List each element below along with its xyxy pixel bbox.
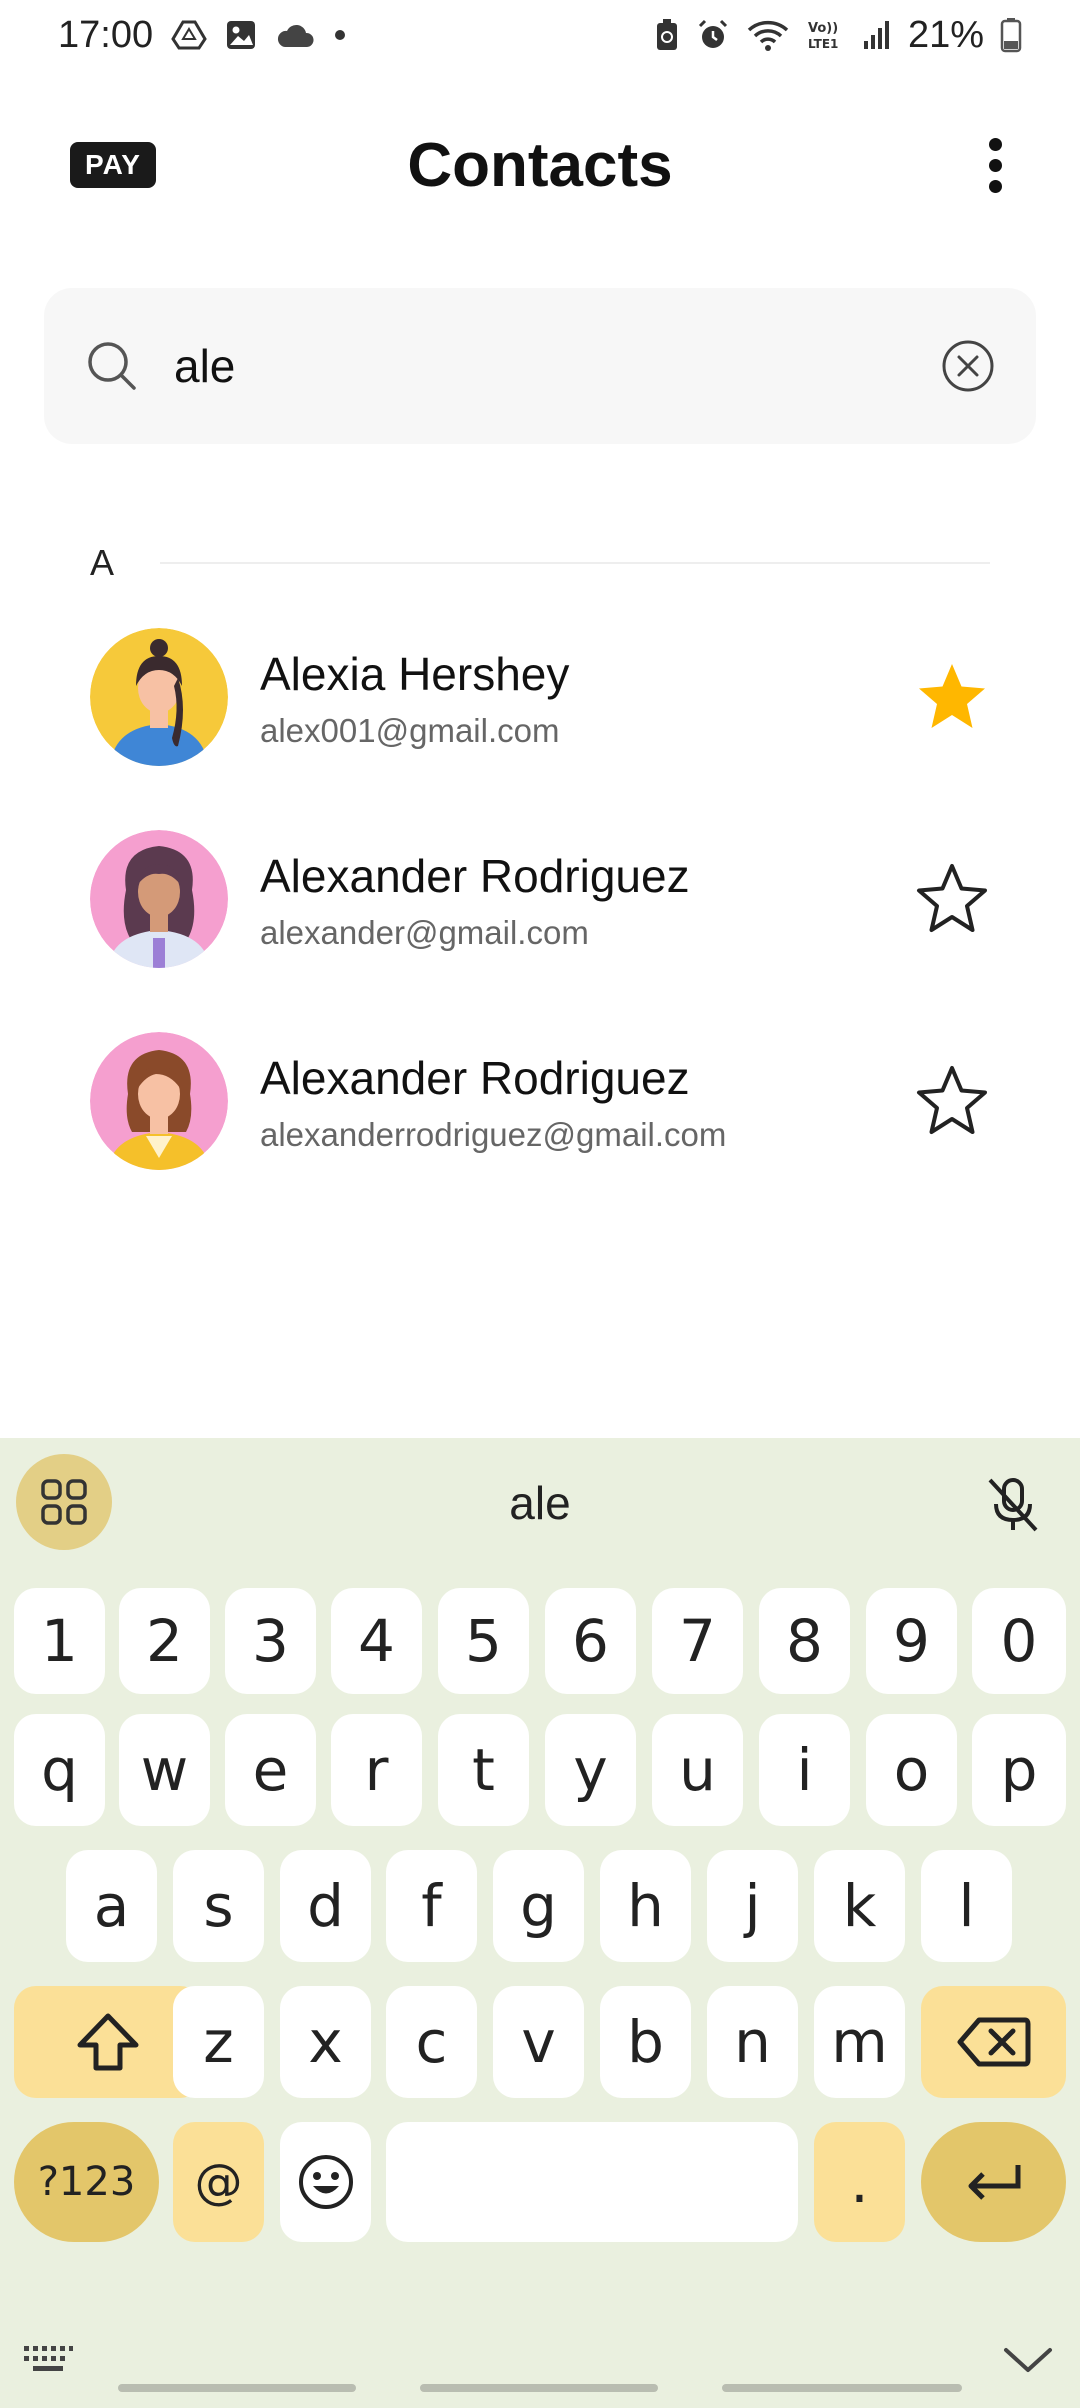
search-icon xyxy=(88,342,136,390)
section-header: A xyxy=(90,535,990,591)
key-0[interactable]: 0 xyxy=(972,1588,1066,1694)
contact-email: alex001@gmail.com xyxy=(260,712,560,749)
svg-text:Vo)): Vo)) xyxy=(808,21,838,36)
search-input[interactable]: ale xyxy=(174,339,940,393)
mic-off-icon[interactable] xyxy=(982,1474,1044,1536)
cloud-icon xyxy=(275,21,315,49)
nav-back[interactable] xyxy=(722,2384,962,2392)
key-i[interactable]: i xyxy=(759,1714,850,1826)
key-b[interactable]: b xyxy=(600,1986,691,2098)
gallery-icon xyxy=(225,19,257,51)
svg-text:LTE1: LTE1 xyxy=(808,37,838,51)
key-7[interactable]: 7 xyxy=(652,1588,743,1694)
backspace-key[interactable] xyxy=(921,1986,1066,2098)
section-letter: A xyxy=(90,542,115,583)
key-x[interactable]: x xyxy=(280,1986,371,2098)
avatar xyxy=(90,628,228,766)
key-6[interactable]: 6 xyxy=(545,1588,636,1694)
key-y[interactable]: y xyxy=(545,1714,636,1826)
battery-percent: 21% xyxy=(907,13,984,56)
alarm-icon xyxy=(696,18,730,52)
key-s[interactable]: s xyxy=(173,1850,264,1962)
key-v[interactable]: v xyxy=(493,1986,584,2098)
star-filled-icon[interactable] xyxy=(914,659,990,735)
battery-saver-icon xyxy=(654,18,680,52)
app-header: PAY Contacts xyxy=(0,110,1080,220)
key-u[interactable]: u xyxy=(652,1714,743,1826)
star-outline-icon[interactable] xyxy=(914,861,990,937)
key-4[interactable]: 4 xyxy=(331,1588,422,1694)
key-g[interactable]: g xyxy=(493,1850,584,1962)
emoji-key[interactable] xyxy=(280,2122,371,2242)
period-key[interactable]: . xyxy=(814,2122,905,2242)
key-2[interactable]: 2 xyxy=(119,1588,210,1694)
key-c[interactable]: c xyxy=(386,1986,477,2098)
key-n[interactable]: n xyxy=(707,1986,798,2098)
space-key[interactable] xyxy=(386,2122,798,2242)
drive-icon xyxy=(171,19,207,51)
section-divider xyxy=(160,562,990,564)
status-time: 17:00 xyxy=(58,13,154,56)
pay-button[interactable]: PAY xyxy=(70,142,156,188)
nav-recents[interactable] xyxy=(118,2384,356,2392)
contact-email: alexander@gmail.com xyxy=(260,914,589,951)
star-outline-icon[interactable] xyxy=(914,1063,990,1139)
symbols-key[interactable]: ?123 xyxy=(14,2122,159,2242)
wifi-icon xyxy=(746,18,790,52)
enter-icon xyxy=(968,2165,1020,2200)
chevron-down-icon[interactable] xyxy=(1002,2342,1054,2376)
key-r[interactable]: r xyxy=(331,1714,422,1826)
battery-icon xyxy=(1000,17,1022,53)
key-l[interactable]: l xyxy=(921,1850,1012,1962)
key-h[interactable]: h xyxy=(600,1850,691,1962)
key-t[interactable]: t xyxy=(438,1714,529,1826)
key-m[interactable]: m xyxy=(814,1986,905,2098)
key-o[interactable]: o xyxy=(866,1714,957,1826)
key-e[interactable]: e xyxy=(225,1714,316,1826)
key-9[interactable]: 9 xyxy=(866,1588,957,1694)
enter-key[interactable] xyxy=(921,2122,1066,2242)
key-d[interactable]: d xyxy=(280,1850,371,1962)
avatar xyxy=(90,1032,228,1170)
key-3[interactable]: 3 xyxy=(225,1588,316,1694)
contact-item[interactable]: Alexia Hershey alex001@gmail.com xyxy=(90,627,990,767)
key-f[interactable]: f xyxy=(386,1850,477,1962)
key-p[interactable]: p xyxy=(972,1714,1066,1826)
status-bar: 17:00 Vo)) LTE1 21% xyxy=(0,0,1080,70)
key-5[interactable]: 5 xyxy=(438,1588,529,1694)
key-z[interactable]: z xyxy=(173,1986,264,2098)
contact-email: alexanderrodriguez@gmail.com xyxy=(260,1116,727,1153)
key-1[interactable]: 1 xyxy=(14,1588,105,1694)
key-j[interactable]: j xyxy=(707,1850,798,1962)
emoji-icon xyxy=(298,2155,353,2209)
contact-name: Alexander Rodriguez xyxy=(260,1052,690,1104)
more-options-icon[interactable] xyxy=(960,130,1030,200)
volte-icon: Vo)) LTE1 xyxy=(806,18,846,52)
backspace-icon xyxy=(957,2017,1030,2067)
search-bar[interactable]: ale xyxy=(44,288,1036,444)
contact-item[interactable]: Alexander Rodriguez alexander@gmail.com xyxy=(90,829,990,969)
signal-icon xyxy=(862,19,892,51)
contact-item[interactable]: Alexander Rodriguez alexanderrodriguez@g… xyxy=(90,1031,990,1171)
nav-home[interactable] xyxy=(420,2384,658,2392)
key-8[interactable]: 8 xyxy=(759,1588,850,1694)
keyboard: ale 1 2 3 4 5 6 7 8 9 0 q w e r t y u i … xyxy=(0,1438,1080,2408)
shift-icon xyxy=(77,2013,139,2071)
clear-search-icon[interactable] xyxy=(940,338,996,394)
notification-dot-icon xyxy=(333,28,347,42)
key-q[interactable]: q xyxy=(14,1714,105,1826)
key-a[interactable]: a xyxy=(66,1850,157,1962)
contact-name: Alexia Hershey xyxy=(260,648,570,700)
avatar xyxy=(90,830,228,968)
contact-name: Alexander Rodriguez xyxy=(260,850,690,902)
key-k[interactable]: k xyxy=(814,1850,905,1962)
keyboard-switch-icon[interactable] xyxy=(22,2342,74,2376)
suggestion-word[interactable]: ale xyxy=(0,1476,1080,1530)
page-title: Contacts xyxy=(407,130,673,200)
at-key[interactable]: @ xyxy=(173,2122,264,2242)
key-w[interactable]: w xyxy=(119,1714,210,1826)
